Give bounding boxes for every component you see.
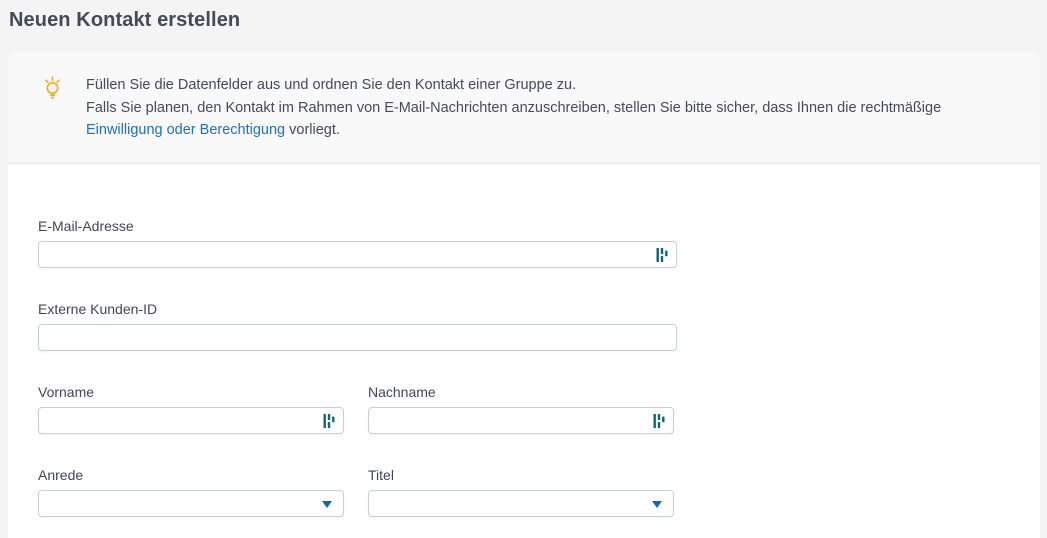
lightbulb-icon: [42, 76, 64, 104]
info-banner: Füllen Sie die Datenfelder aus und ordne…: [8, 52, 1040, 164]
consent-link[interactable]: Einwilligung oder Berechtigung: [86, 122, 285, 138]
external-customer-id-input[interactable]: [38, 324, 677, 351]
last-name-label: Nachname: [368, 384, 674, 400]
external-customer-id-field-group: Externe Kunden-ID: [38, 301, 677, 351]
page-title: Neuen Kontakt erstellen: [9, 9, 240, 32]
page-right-gutter: [1040, 0, 1047, 538]
salutation-label: Anrede: [38, 467, 344, 483]
info-banner-text: Füllen Sie die Datenfelder aus und ordne…: [86, 74, 1000, 142]
personalization-bars-icon: [653, 413, 665, 429]
title-label: Titel: [368, 467, 674, 483]
first-name-field-group: Vorname: [38, 384, 344, 434]
new-contact-page: Neuen Kontakt erstellen Füllen Sie die D…: [0, 0, 1047, 538]
contact-form: E-Mail-Adresse: [8, 164, 1040, 517]
title-select[interactable]: [368, 490, 674, 517]
title-field-group: Titel: [368, 467, 674, 517]
info-line-2: Falls Sie planen, den Kontakt im Rahmen …: [86, 97, 1000, 142]
email-label: E-Mail-Adresse: [38, 218, 677, 234]
first-name-input[interactable]: [38, 407, 344, 434]
first-name-label: Vorname: [38, 384, 344, 400]
personalization-bars-icon: [323, 413, 335, 429]
personalization-bars-icon: [656, 247, 668, 263]
last-name-input[interactable]: [368, 407, 674, 434]
external-customer-id-label: Externe Kunden-ID: [38, 301, 677, 317]
salutation-field-group: Anrede: [38, 467, 344, 517]
email-input[interactable]: [38, 241, 677, 268]
last-name-field-group: Nachname: [368, 384, 674, 434]
salutation-select[interactable]: [38, 490, 344, 517]
content-card: Füllen Sie die Datenfelder aus und ordne…: [8, 52, 1040, 538]
info-line-1: Füllen Sie die Datenfelder aus und ordne…: [86, 74, 1000, 97]
email-field-group: E-Mail-Adresse: [38, 218, 677, 268]
